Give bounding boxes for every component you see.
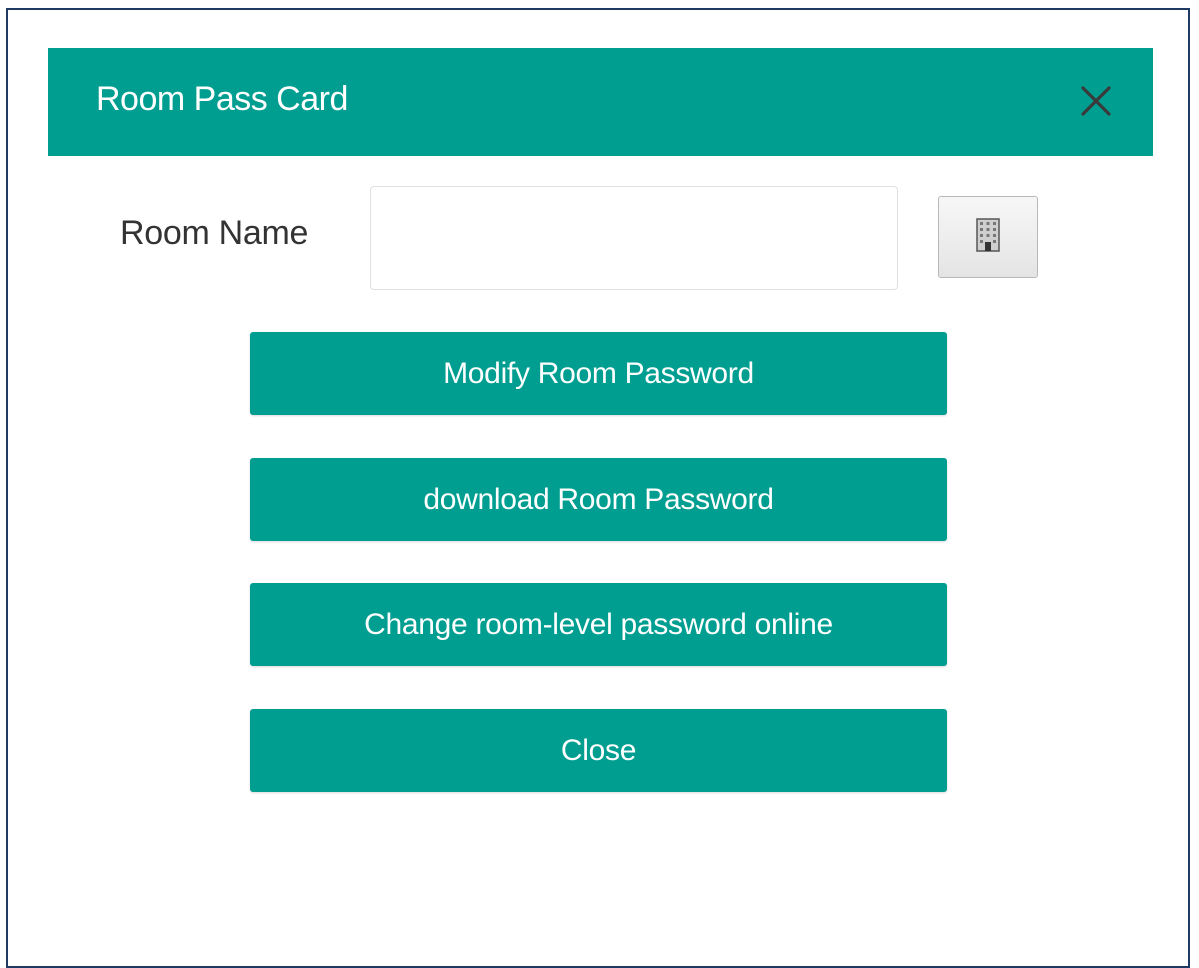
building-icon [976, 217, 1000, 257]
room-picker-button[interactable] [938, 196, 1038, 278]
close-icon[interactable] [1079, 84, 1113, 118]
change-password-online-button[interactable]: Change room-level password online [250, 583, 947, 666]
modify-room-password-button[interactable]: Modify Room Password [250, 332, 947, 415]
close-button[interactable]: Close [250, 709, 947, 792]
dialog-header: Room Pass Card [48, 48, 1153, 156]
room-name-label: Room Name [120, 214, 309, 252]
room-name-input[interactable] [370, 186, 898, 290]
dialog-title: Room Pass Card [96, 80, 348, 118]
download-room-password-button[interactable]: download Room Password [250, 458, 947, 541]
